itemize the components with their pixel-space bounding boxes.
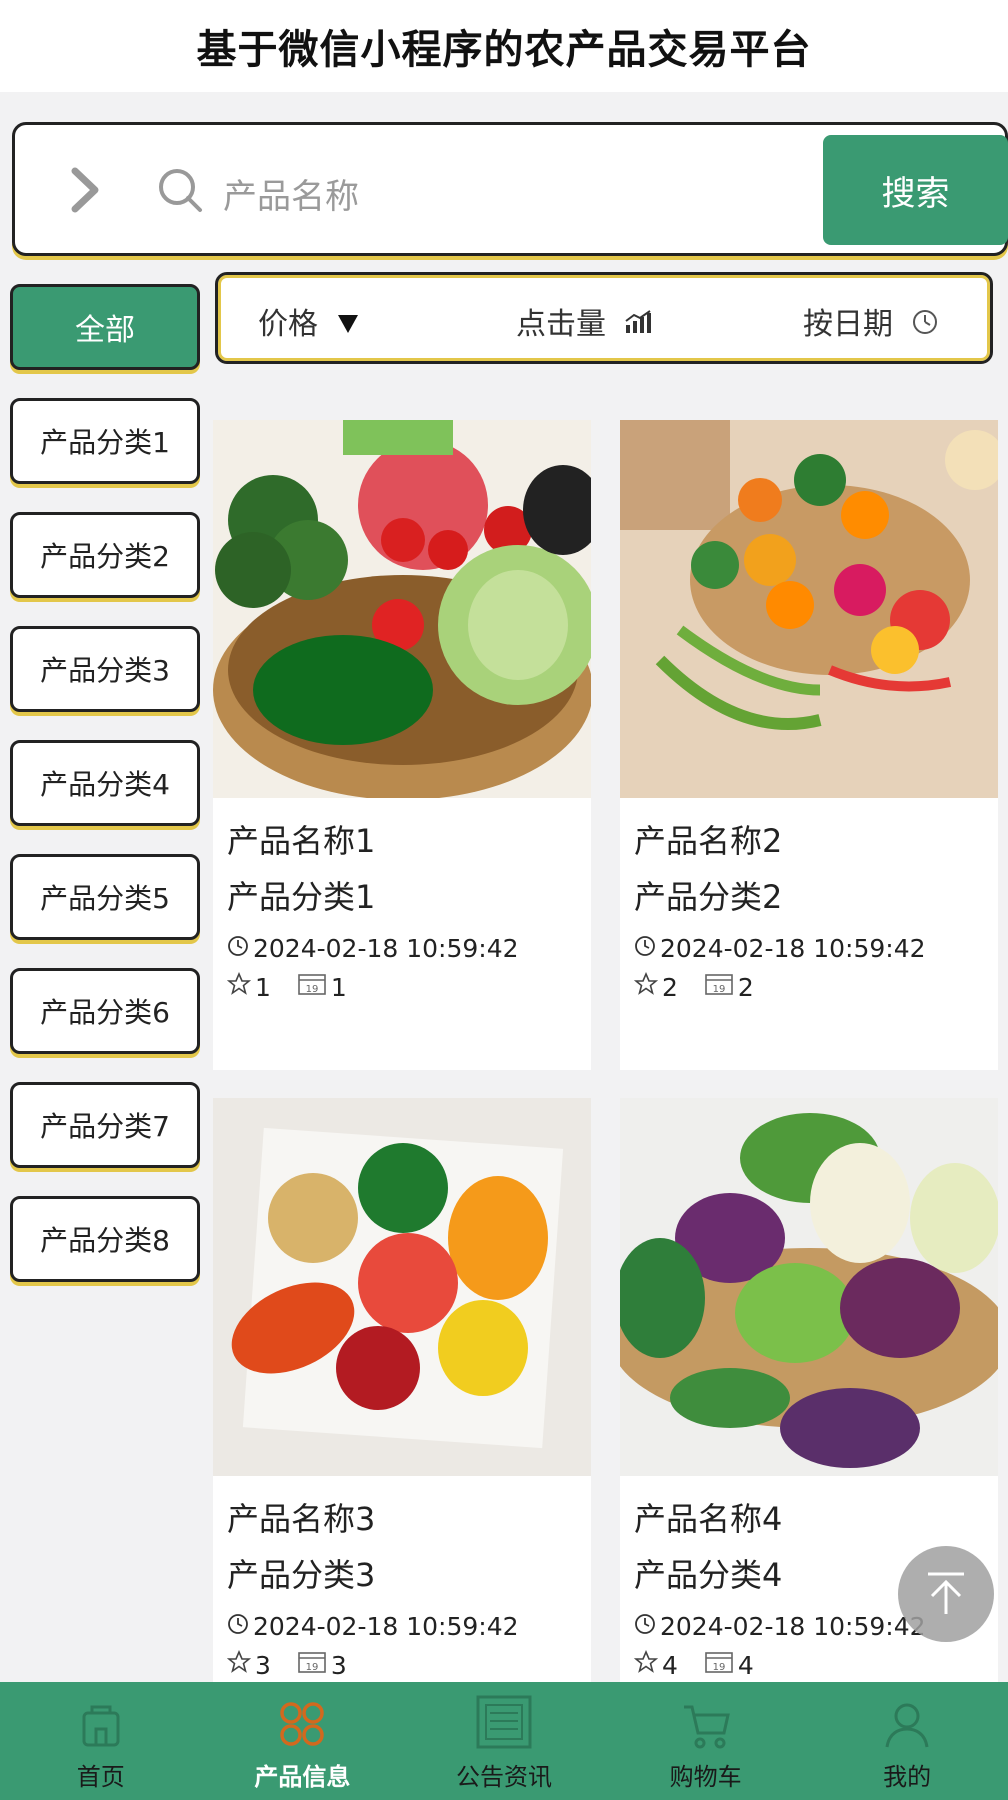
product-card[interactable]: 产品名称3 产品分类3 2024-02-18 10:59:42 3 19 3 [213, 1098, 591, 1682]
svg-text:19: 19 [713, 1662, 726, 1673]
star-icon [226, 971, 252, 1002]
tab-label: 购物车 [669, 1763, 742, 1791]
product-time-row: 2024-02-18 10:59:42 [227, 924, 577, 972]
back-to-top-button[interactable] [898, 1546, 994, 1642]
category-item[interactable]: 产品分类8 [10, 1196, 200, 1282]
search-icon [155, 165, 205, 215]
tab-label: 公告资讯 [455, 1763, 552, 1791]
product-clicks: 1 [330, 972, 347, 1002]
cart-icon [683, 1705, 730, 1749]
product-category: 产品分类3 [227, 1556, 376, 1594]
product-image[interactable] [620, 1098, 998, 1476]
clock-icon [634, 1612, 656, 1641]
tab-news[interactable]: 公告资讯 [403, 1682, 605, 1800]
svg-text:19: 19 [306, 984, 319, 995]
product-card[interactable]: 产品名称2 产品分类2 2024-02-18 10:59:42 2 19 2 [620, 420, 998, 1070]
sort-date-button[interactable]: 按日期 [803, 299, 939, 344]
product-stats-row: 4 19 4 [633, 1649, 984, 1680]
product-time-row: 2024-02-18 10:59:42 [227, 1602, 577, 1650]
tab-label: 我的 [883, 1763, 932, 1791]
page-header: 基于微信小程序的农产品交易平台 [0, 0, 1008, 92]
calendar-icon: 19 [297, 972, 327, 1002]
category-item[interactable]: 产品分类1 [10, 398, 200, 484]
grid-icon [280, 1702, 325, 1746]
clock-icon [227, 934, 249, 963]
product-image[interactable] [620, 420, 998, 798]
product-card[interactable]: 产品名称1 产品分类1 2024-02-18 10:59:42 1 19 1 [213, 420, 591, 1070]
triangle-down-icon [336, 308, 360, 343]
svg-text:19: 19 [306, 1662, 319, 1673]
sort-clicks-label: 点击量 [516, 307, 606, 342]
product-image[interactable] [213, 420, 591, 798]
tab-label: 产品信息 [254, 1763, 351, 1791]
product-favorites: 1 [255, 972, 271, 1002]
sort-clicks-button[interactable]: 点击量 [516, 299, 652, 343]
product-stats-row: 3 19 3 [226, 1649, 577, 1680]
tab-label: 首页 [76, 1763, 125, 1791]
bottom-tab-bar: 首页 产品信息 公告资讯 购物车 我的 [0, 1682, 1008, 1800]
category-all-button[interactable]: 全部 [10, 284, 200, 370]
calendar-icon: 19 [297, 1650, 327, 1680]
star-icon [633, 1649, 659, 1680]
tab-me[interactable]: 我的 [806, 1682, 1008, 1800]
product-favorites: 2 [662, 972, 678, 1002]
sort-bar: 价格 点击量 按日期 [215, 272, 993, 364]
product-name: 产品名称4 [634, 1500, 783, 1538]
category-item[interactable]: 产品分类6 [10, 968, 200, 1054]
product-clicks: 4 [737, 1650, 754, 1680]
product-time: 2024-02-18 10:59:42 [253, 1611, 519, 1641]
product-time-row: 2024-02-18 10:59:42 [634, 924, 984, 972]
calendar-icon: 19 [704, 1650, 734, 1680]
page-title: 基于微信小程序的农产品交易平台 [196, 27, 812, 73]
product-favorites: 4 [662, 1650, 678, 1680]
clock-icon [634, 934, 656, 963]
search-bar: 产品名称 搜索 [12, 122, 1008, 256]
product-stats-row: 2 19 2 [633, 971, 984, 1002]
product-category: 产品分类1 [227, 878, 376, 916]
product-category: 产品分类2 [634, 878, 783, 916]
tab-home[interactable]: 首页 [0, 1682, 202, 1800]
calendar-icon: 19 [704, 972, 734, 1002]
tab-cart[interactable]: 购物车 [605, 1682, 807, 1800]
category-item[interactable]: 产品分类7 [10, 1082, 200, 1168]
product-name: 产品名称1 [227, 822, 376, 860]
bar-chart-icon [624, 308, 652, 343]
clock-icon [227, 1612, 249, 1641]
category-item[interactable]: 产品分类5 [10, 854, 200, 940]
sort-price-label: 价格 [258, 307, 318, 342]
star-icon [226, 1649, 252, 1680]
star-icon [633, 971, 659, 1002]
chevron-right-icon[interactable] [65, 165, 105, 215]
category-item[interactable]: 产品分类2 [10, 512, 200, 598]
category-item[interactable]: 产品分类4 [10, 740, 200, 826]
product-time: 2024-02-18 10:59:42 [660, 1611, 926, 1641]
product-stats-row: 1 19 1 [226, 971, 577, 1002]
arrow-up-icon [928, 1572, 964, 1614]
home-icon [82, 1705, 120, 1747]
sort-price-button[interactable]: 价格 [258, 299, 360, 343]
search-button[interactable]: 搜索 [823, 135, 1008, 245]
product-time: 2024-02-18 10:59:42 [660, 933, 926, 963]
tab-products[interactable]: 产品信息 [202, 1682, 404, 1800]
product-name: 产品名称3 [227, 1500, 376, 1538]
product-clicks: 2 [737, 972, 754, 1002]
search-input[interactable]: 产品名称 [223, 169, 359, 218]
product-favorites: 3 [255, 1650, 271, 1680]
timer-icon [911, 308, 939, 344]
svg-text:19: 19 [713, 984, 726, 995]
product-time: 2024-02-18 10:59:42 [253, 933, 519, 963]
product-clicks: 3 [330, 1650, 347, 1680]
user-icon [885, 1703, 929, 1748]
category-item[interactable]: 产品分类3 [10, 626, 200, 712]
sort-date-label: 按日期 [803, 307, 893, 342]
product-image[interactable] [213, 1098, 591, 1476]
news-icon [476, 1695, 532, 1749]
product-name: 产品名称2 [634, 822, 783, 860]
